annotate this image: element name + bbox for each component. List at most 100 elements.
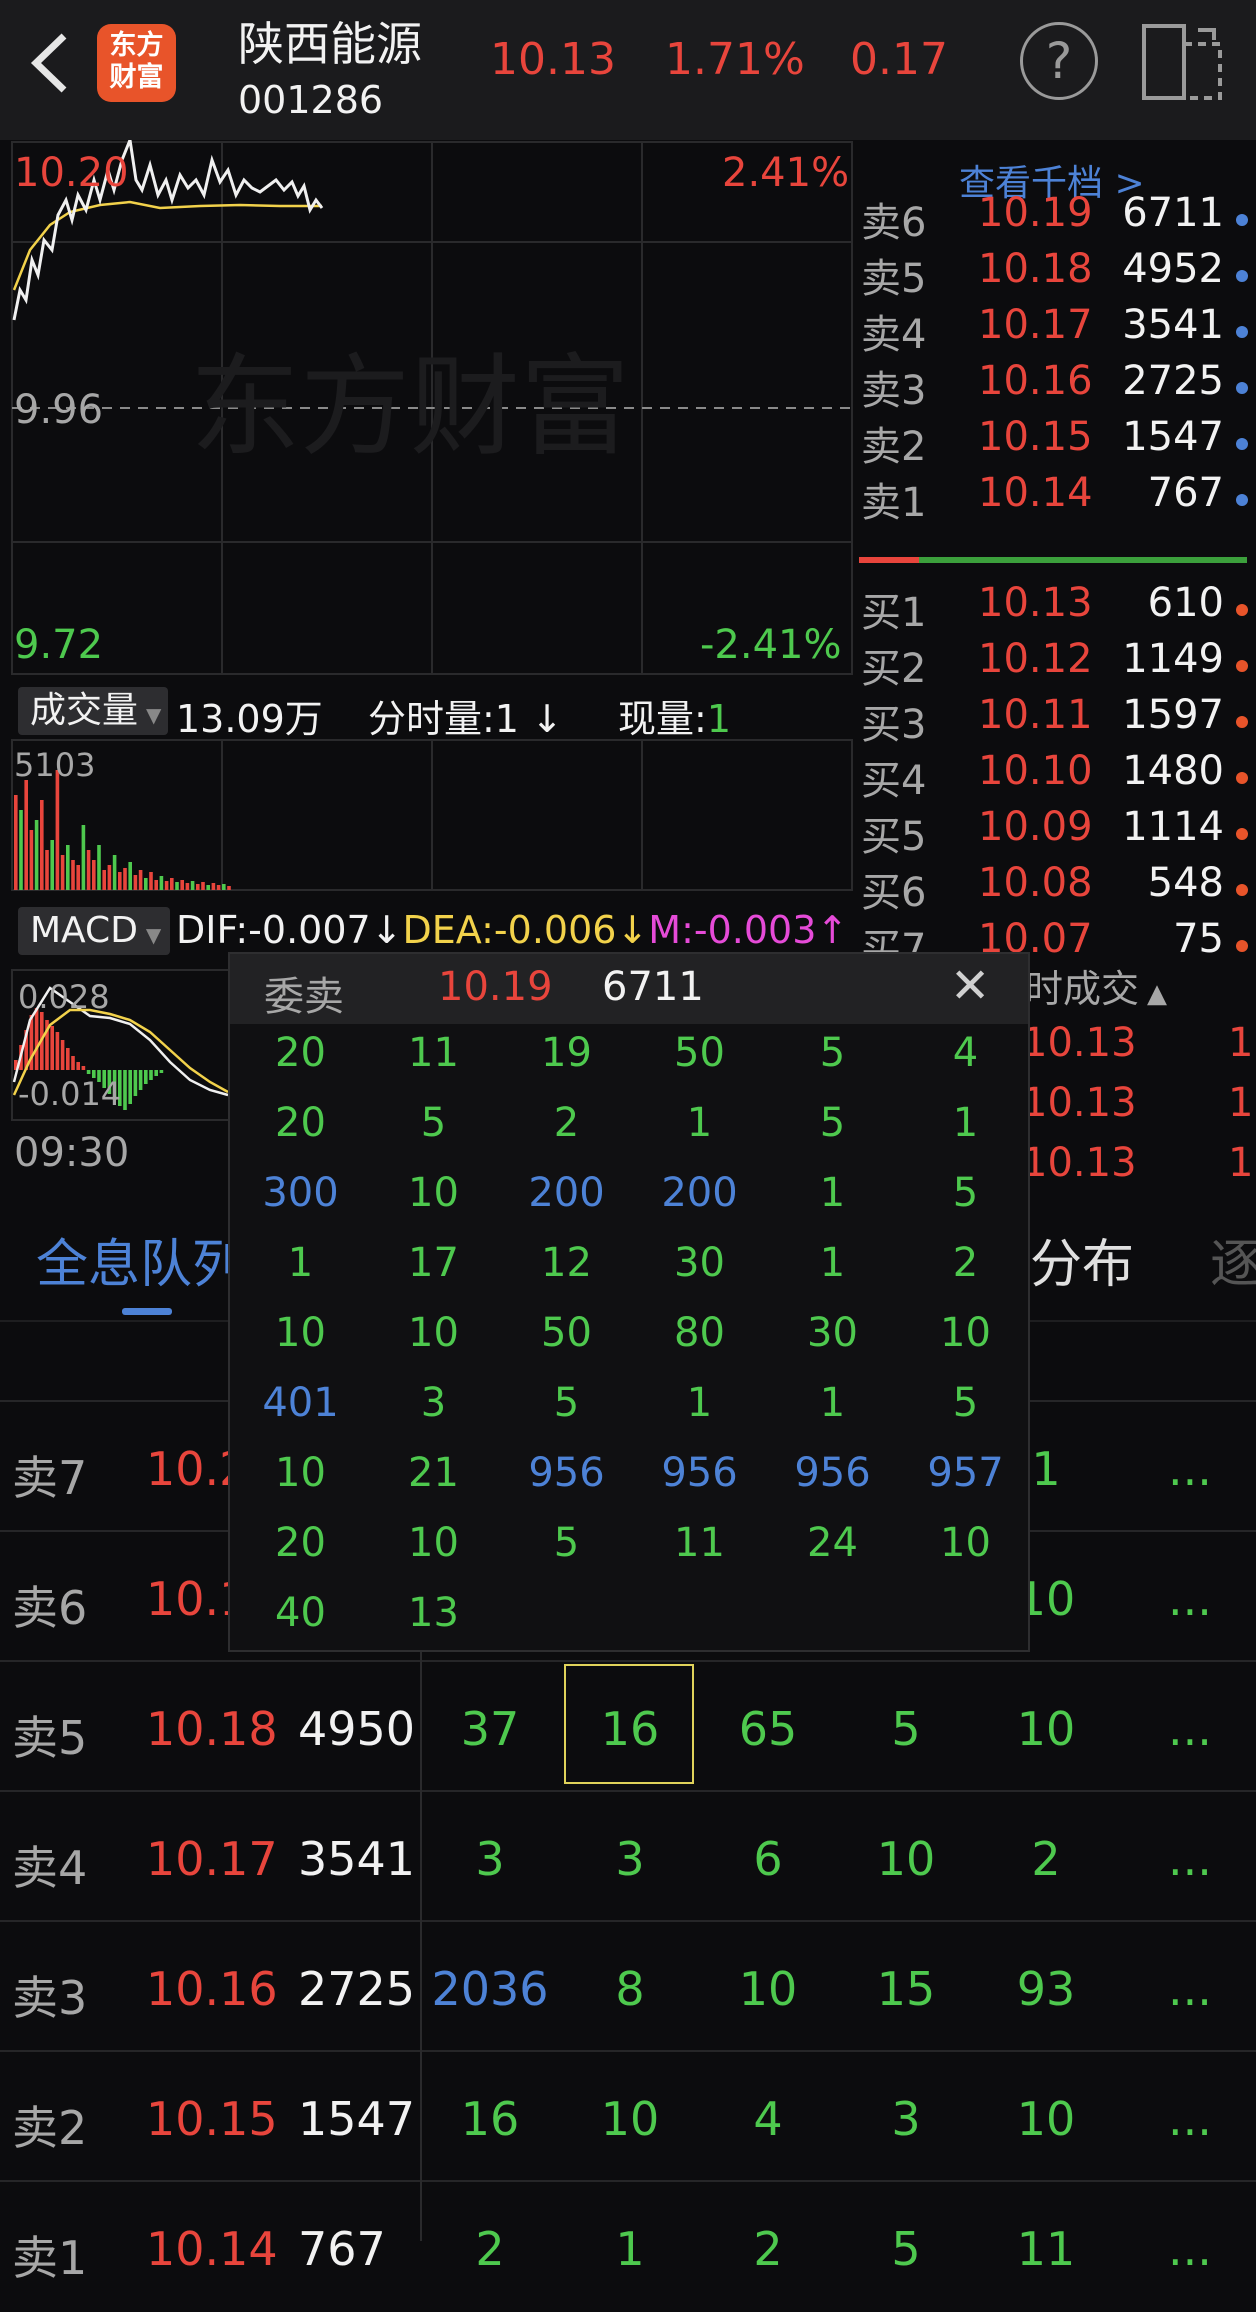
popup-order-cell[interactable]: 50 (633, 1030, 766, 1076)
popup-order-cell[interactable]: 10 (899, 1520, 1032, 1566)
popup-order-cell[interactable]: 1 (766, 1380, 899, 1426)
popup-order-cell[interactable]: 1 (766, 1240, 899, 1286)
popup-order-cell[interactable]: 10 (367, 1520, 500, 1566)
popup-order-cell[interactable]: 10 (234, 1450, 367, 1496)
bid-row[interactable]: 买5 10.09 1114 (855, 804, 1256, 860)
popup-order-cell[interactable]: 1 (633, 1100, 766, 1146)
popup-order-cell[interactable]: 5 (500, 1520, 633, 1566)
queue-order-cell[interactable]: 4 (698, 2092, 838, 2146)
more-orders-button[interactable]: ... (1168, 1832, 1212, 1886)
popup-order-cell[interactable]: 20 (234, 1520, 367, 1566)
bid-row[interactable]: 买4 10.10 1480 (855, 748, 1256, 804)
queue-order-cell[interactable]: 3 (560, 1832, 700, 1886)
queue-order-cell[interactable]: 3 (836, 2092, 976, 2146)
bid-row[interactable]: 买6 10.08 548 (855, 860, 1256, 916)
macd-indicator-dropdown[interactable]: MACD ▼ (18, 907, 170, 955)
trades-header[interactable]: 时成交 ▲ (1025, 958, 1167, 1013)
popup-order-cell[interactable]: 2 (899, 1240, 1032, 1286)
popup-order-cell[interactable]: 5 (766, 1030, 899, 1076)
queue-order-cell[interactable]: 1 (560, 2222, 700, 2276)
ask-row[interactable]: 卖3 10.16 2725 (855, 358, 1256, 414)
volume-indicator-dropdown[interactable]: 成交量 ▼ (18, 687, 168, 735)
popup-order-cell[interactable]: 200 (500, 1170, 633, 1216)
queue-row[interactable]: 卖3 10.16 2725 2036 8 10 15 93... (0, 1920, 1256, 2052)
popup-order-cell[interactable]: 5 (500, 1380, 633, 1426)
queue-order-cell[interactable]: 10 (836, 1832, 976, 1886)
more-orders-button[interactable]: ... (1168, 2092, 1212, 2146)
queue-order-cell[interactable]: 5 (836, 2222, 976, 2276)
popup-order-cell[interactable]: 10 (367, 1170, 500, 1216)
queue-order-cell[interactable]: 10 (698, 1962, 838, 2016)
queue-order-cell[interactable]: 11 (976, 2222, 1116, 2276)
queue-order-cell[interactable]: 10 (976, 1702, 1116, 1756)
layout-toggle-icon[interactable] (1140, 22, 1226, 102)
tab-tick-by-tick[interactable]: 逐 (1210, 1222, 1256, 1297)
popup-order-cell[interactable]: 956 (633, 1450, 766, 1496)
popup-order-cell[interactable]: 956 (766, 1450, 899, 1496)
popup-order-cell[interactable]: 4 (899, 1030, 1032, 1076)
queue-order-cell[interactable]: 8 (560, 1962, 700, 2016)
queue-order-cell[interactable]: 10 (976, 2092, 1116, 2146)
queue-order-cell[interactable]: 15 (836, 1962, 976, 2016)
queue-order-cell[interactable]: 5 (836, 1702, 976, 1756)
ask-row[interactable]: 卖4 10.17 3541 (855, 302, 1256, 358)
popup-order-cell[interactable]: 5 (367, 1100, 500, 1146)
close-icon[interactable]: ✕ (950, 958, 990, 1014)
queue-order-cell[interactable]: 2 (420, 2222, 560, 2276)
popup-order-cell[interactable]: 5 (899, 1380, 1032, 1426)
ask-row[interactable]: 卖1 10.14 767 (855, 470, 1256, 526)
more-orders-button[interactable]: ... (1168, 1702, 1212, 1756)
popup-order-cell[interactable]: 2 (500, 1100, 633, 1146)
queue-row[interactable]: 卖2 10.15 1547 16 10 4 3 10... (0, 2050, 1256, 2182)
ask-row[interactable]: 卖6 10.19 6711 (855, 190, 1256, 246)
popup-order-cell[interactable]: 40 (234, 1590, 367, 1636)
popup-order-cell[interactable]: 1 (899, 1100, 1032, 1146)
popup-order-cell[interactable]: 30 (633, 1240, 766, 1286)
popup-order-cell[interactable]: 10 (234, 1310, 367, 1356)
popup-order-cell[interactable]: 956 (500, 1450, 633, 1496)
popup-order-cell[interactable]: 5 (899, 1170, 1032, 1216)
queue-order-cell[interactable]: 2036 (420, 1962, 560, 2016)
queue-order-cell[interactable]: 65 (698, 1702, 838, 1756)
popup-order-cell[interactable]: 1 (766, 1170, 899, 1216)
more-orders-button[interactable]: ... (1168, 1442, 1212, 1496)
popup-order-cell[interactable]: 20 (234, 1100, 367, 1146)
popup-order-cell[interactable]: 30 (766, 1310, 899, 1356)
popup-order-cell[interactable]: 50 (500, 1310, 633, 1356)
popup-order-cell[interactable]: 21 (367, 1450, 500, 1496)
popup-order-cell[interactable]: 11 (367, 1030, 500, 1076)
bid-row[interactable]: 买1 10.13 610 (855, 580, 1256, 636)
queue-order-cell[interactable]: 93 (976, 1962, 1116, 2016)
popup-order-cell[interactable]: 1 (633, 1380, 766, 1426)
back-icon[interactable] (22, 28, 82, 98)
queue-row[interactable]: 卖4 10.17 3541 3 3 6 10 2... (0, 1790, 1256, 1922)
popup-order-cell[interactable]: 13 (367, 1590, 500, 1636)
popup-order-cell[interactable]: 19 (500, 1030, 633, 1076)
tab-full-queue[interactable]: 全息队列 (36, 1222, 244, 1297)
queue-row[interactable]: 卖1 10.14 767 2 1 2 5 11... (0, 2180, 1256, 2312)
more-orders-button[interactable]: ... (1168, 1962, 1212, 2016)
ask-row[interactable]: 卖2 10.15 1547 (855, 414, 1256, 470)
help-icon[interactable]: ? (1020, 22, 1098, 100)
popup-order-cell[interactable]: 24 (766, 1520, 899, 1566)
popup-order-cell[interactable]: 80 (633, 1310, 766, 1356)
queue-order-cell[interactable]: 2 (976, 1832, 1116, 1886)
queue-order-cell[interactable]: 2 (698, 2222, 838, 2276)
more-orders-button[interactable]: ... (1168, 2222, 1212, 2276)
bid-row[interactable]: 买2 10.12 1149 (855, 636, 1256, 692)
queue-order-cell[interactable]: 16 (420, 2092, 560, 2146)
bid-row[interactable]: 买3 10.11 1597 (855, 692, 1256, 748)
popup-order-cell[interactable]: 1 (234, 1240, 367, 1286)
popup-order-cell[interactable]: 200 (633, 1170, 766, 1216)
queue-order-cell[interactable]: 10 (560, 2092, 700, 2146)
queue-order-cell[interactable]: 37 (420, 1702, 560, 1756)
popup-order-cell[interactable]: 957 (899, 1450, 1032, 1496)
tab-distribution[interactable]: 分布 (1030, 1222, 1134, 1297)
ask-row[interactable]: 卖5 10.18 4952 (855, 246, 1256, 302)
more-orders-button[interactable]: ... (1168, 1572, 1212, 1626)
popup-order-cell[interactable]: 10 (367, 1310, 500, 1356)
popup-order-cell[interactable]: 12 (500, 1240, 633, 1286)
popup-order-cell[interactable]: 300 (234, 1170, 367, 1216)
queue-order-cell[interactable]: 6 (698, 1832, 838, 1886)
popup-order-cell[interactable]: 11 (633, 1520, 766, 1566)
